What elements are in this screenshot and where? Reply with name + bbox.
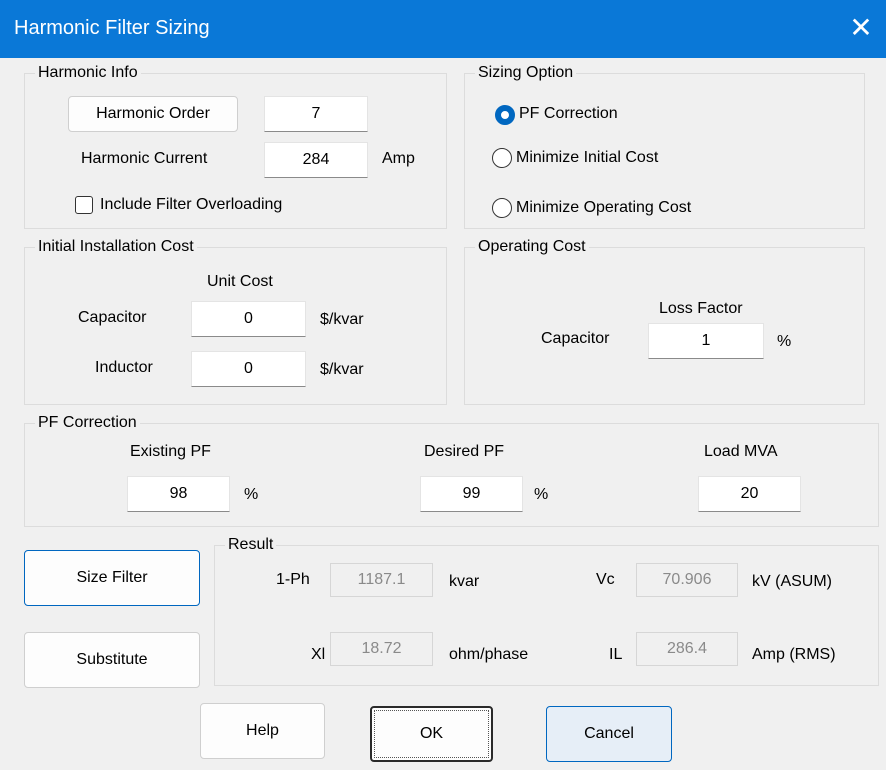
desired-pf-input[interactable]: 99	[420, 476, 523, 512]
load-mva-label: Load MVA	[704, 443, 778, 460]
size-filter-button[interactable]: Size Filter	[24, 550, 200, 606]
include-filter-overloading-label[interactable]: Include Filter Overloading	[100, 196, 282, 214]
cancel-button-label: Cancel	[584, 725, 634, 742]
minimize-initial-cost-radio[interactable]	[492, 148, 512, 168]
harmonic-order-button[interactable]: Harmonic Order	[68, 96, 238, 132]
title-bar: Harmonic Filter Sizing ✕	[0, 0, 886, 58]
desired-pf-label: Desired PF	[424, 443, 505, 460]
harmonic-current-unit: Amp	[382, 150, 415, 167]
single-phase-label: 1-Ph	[276, 571, 310, 588]
initial-cost-legend: Initial Installation Cost	[35, 238, 197, 256]
size-filter-button-label: Size Filter	[76, 569, 148, 586]
pf-correction-radio[interactable]	[495, 105, 515, 125]
harmonic-current-input[interactable]: 284	[264, 142, 368, 178]
unit-cost-header: Unit Cost	[207, 273, 273, 290]
xl-unit: ohm/phase	[449, 646, 529, 663]
harmonic-current-label: Harmonic Current	[81, 150, 208, 167]
single-phase-unit: kvar	[449, 573, 480, 590]
desired-pf-unit: %	[534, 486, 549, 503]
pf-correction-legend: PF Correction	[35, 414, 140, 432]
harmonic-order-button-label: Harmonic Order	[96, 105, 210, 122]
loss-factor-header: Loss Factor	[659, 300, 743, 317]
existing-pf-unit: %	[244, 486, 259, 503]
ok-button[interactable]: OK	[370, 706, 493, 762]
capacitor-cost-unit: $/kvar	[320, 311, 364, 328]
harmonic-order-input[interactable]: 7	[264, 96, 368, 132]
result-legend: Result	[225, 536, 277, 554]
operating-cost-legend: Operating Cost	[475, 238, 589, 256]
inductor-cost-label: Inductor	[95, 359, 153, 376]
existing-pf-label: Existing PF	[130, 443, 211, 460]
vc-label: Vc	[596, 571, 615, 588]
single-phase-kvar-output: 1187.1	[330, 563, 433, 597]
pf-correction-label[interactable]: PF Correction	[519, 105, 618, 123]
help-button[interactable]: Help	[200, 703, 325, 759]
harmonic-info-legend: Harmonic Info	[35, 64, 141, 82]
include-filter-overloading-checkbox[interactable]	[75, 196, 93, 214]
minimize-operating-cost-label[interactable]: Minimize Operating Cost	[516, 199, 691, 217]
operating-capacitor-label: Capacitor	[541, 330, 610, 347]
loss-factor-input[interactable]: 1	[648, 323, 764, 359]
il-label: IL	[609, 646, 623, 663]
window-title: Harmonic Filter Sizing	[14, 17, 210, 39]
close-icon[interactable]: ✕	[836, 0, 886, 58]
inductor-unit-cost-input[interactable]: 0	[191, 351, 306, 387]
substitute-button[interactable]: Substitute	[24, 632, 200, 688]
existing-pf-input[interactable]: 98	[127, 476, 230, 512]
capacitor-cost-label: Capacitor	[78, 309, 147, 326]
load-mva-input[interactable]: 20	[698, 476, 801, 512]
vc-unit: kV (ASUM)	[752, 573, 832, 590]
xl-output: 18.72	[330, 632, 433, 666]
vc-output: 70.906	[636, 563, 738, 597]
loss-factor-unit: %	[777, 333, 792, 350]
result-group: Result	[214, 536, 879, 686]
sizing-option-legend: Sizing Option	[475, 64, 577, 82]
inductor-cost-unit: $/kvar	[320, 361, 364, 378]
il-unit: Amp (RMS)	[752, 646, 836, 663]
ok-focus-rect	[374, 710, 489, 758]
minimize-operating-cost-radio[interactable]	[492, 198, 512, 218]
il-output: 286.4	[636, 632, 738, 666]
minimize-initial-cost-label[interactable]: Minimize Initial Cost	[516, 149, 658, 167]
substitute-button-label: Substitute	[76, 651, 148, 668]
capacitor-unit-cost-input[interactable]: 0	[191, 301, 306, 337]
help-button-label: Help	[246, 722, 279, 739]
xl-label: Xl	[311, 646, 326, 663]
cancel-button[interactable]: Cancel	[546, 706, 672, 762]
